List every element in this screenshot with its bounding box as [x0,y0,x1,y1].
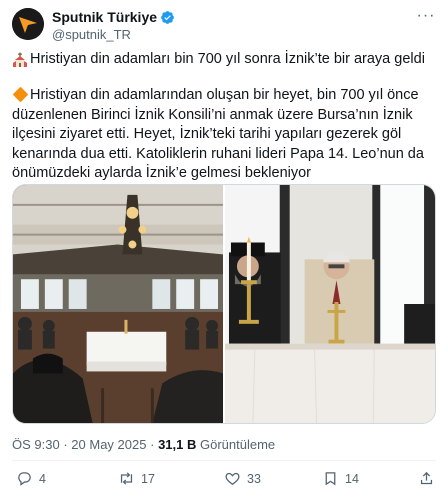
verified-badge-icon [161,10,174,24]
name-row: Sputnik Türkiye [52,9,175,25]
views-count: 31,1 B [158,437,197,452]
photo-clergy-image [225,185,435,423]
display-name[interactable]: Sputnik Türkiye [52,9,157,25]
heart-icon [225,472,240,485]
church-icon [13,52,27,67]
post-date[interactable]: 20 May 2025 [71,437,146,452]
reply-button[interactable]: 4 [16,470,46,487]
like-button[interactable]: 33 [224,470,261,487]
like-count: 33 [247,471,261,486]
repost-icon [120,472,133,485]
post-title-text: Hristiyan din adamları bin 700 yıl sonra… [30,51,425,67]
handle[interactable]: @sputnik_TR [52,27,131,42]
divider [12,460,436,461]
share-icon [420,471,433,485]
action-bar: 4 17 33 14 [12,470,436,494]
post-body-text: Hristiyan din adamlarından oluşan bir he… [12,87,424,181]
photo-hall-image [13,185,223,423]
post-header: Sputnik Türkiye @sputnik_TR ··· [12,8,436,44]
post-title: Hristiyan din adamları bin 700 yıl sonra… [12,50,436,69]
avatar[interactable] [12,8,44,40]
post-meta: ÖS 9:30 · 20 May 2025 · 31,1 B Görüntüle… [12,437,275,452]
share-button[interactable] [418,470,435,487]
more-options-icon[interactable]: ··· [416,8,436,30]
reply-icon [18,472,31,486]
bookmark-count: 14 [345,471,359,486]
meta-separator-2: · [150,437,155,452]
post-time[interactable]: ÖS 9:30 [12,437,60,452]
sputnik-logo-icon [12,8,44,40]
bookmark-button[interactable]: 14 [322,470,359,487]
photo-clergy[interactable] [225,185,435,423]
bookmark-icon [325,472,336,486]
post-body: Hristiyan din adamlarından oluşan bir he… [12,86,436,184]
photo-hall[interactable] [13,185,223,423]
repost-button[interactable]: 17 [118,470,155,487]
meta-separator: · [63,437,68,452]
orange-diamond-icon [12,86,29,103]
media-grid[interactable] [12,184,436,424]
repost-count: 17 [141,471,155,486]
views-label: Görüntüleme [200,437,276,452]
reply-count: 4 [39,471,46,486]
